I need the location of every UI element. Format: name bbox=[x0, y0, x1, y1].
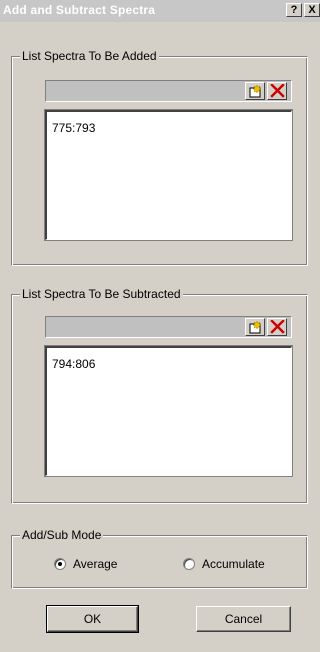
average-radio-option[interactable]: Average bbox=[54, 557, 117, 571]
added-toolbar bbox=[45, 80, 292, 102]
add-sub-mode-group: Add/Sub Mode Average Accumulate bbox=[11, 528, 308, 589]
window-title: Add and Subtract Spectra bbox=[3, 3, 156, 17]
subtracted-spectra-list[interactable]: 794:806 bbox=[44, 345, 293, 477]
close-button[interactable]: X bbox=[304, 3, 320, 17]
average-radio[interactable] bbox=[54, 558, 66, 570]
subtracted-toolbar bbox=[45, 316, 292, 338]
delete-x-icon bbox=[270, 84, 285, 98]
accumulate-radio-option[interactable]: Accumulate bbox=[183, 557, 265, 571]
help-button[interactable]: ? bbox=[286, 3, 302, 17]
added-delete-button[interactable] bbox=[267, 82, 287, 100]
subtracted-new-button[interactable] bbox=[245, 318, 265, 336]
added-spectra-list[interactable]: 775:793 bbox=[44, 109, 293, 241]
new-item-icon bbox=[249, 320, 262, 334]
subtracted-delete-button[interactable] bbox=[267, 318, 287, 336]
added-spectra-group: List Spectra To Be Added 775:793 bbox=[11, 49, 308, 266]
delete-x-icon bbox=[270, 320, 285, 334]
list-item[interactable]: 794:806 bbox=[52, 357, 95, 371]
mode-group-label: Add/Sub Mode bbox=[20, 528, 104, 542]
title-bar: Add and Subtract Spectra ? X bbox=[0, 0, 320, 22]
subtracted-spectra-group: List Spectra To Be Subtracted 794:806 bbox=[11, 287, 308, 504]
accumulate-radio[interactable] bbox=[183, 558, 195, 570]
added-group-label: List Spectra To Be Added bbox=[20, 49, 159, 63]
average-radio-label[interactable]: Average bbox=[73, 557, 117, 571]
accumulate-radio-label[interactable]: Accumulate bbox=[202, 557, 265, 571]
ok-button[interactable]: OK bbox=[46, 605, 139, 633]
cancel-button[interactable]: Cancel bbox=[196, 606, 291, 632]
new-item-icon bbox=[249, 84, 262, 98]
list-item[interactable]: 775:793 bbox=[52, 121, 95, 135]
added-new-button[interactable] bbox=[245, 82, 265, 100]
subtracted-group-label: List Spectra To Be Subtracted bbox=[20, 287, 183, 301]
